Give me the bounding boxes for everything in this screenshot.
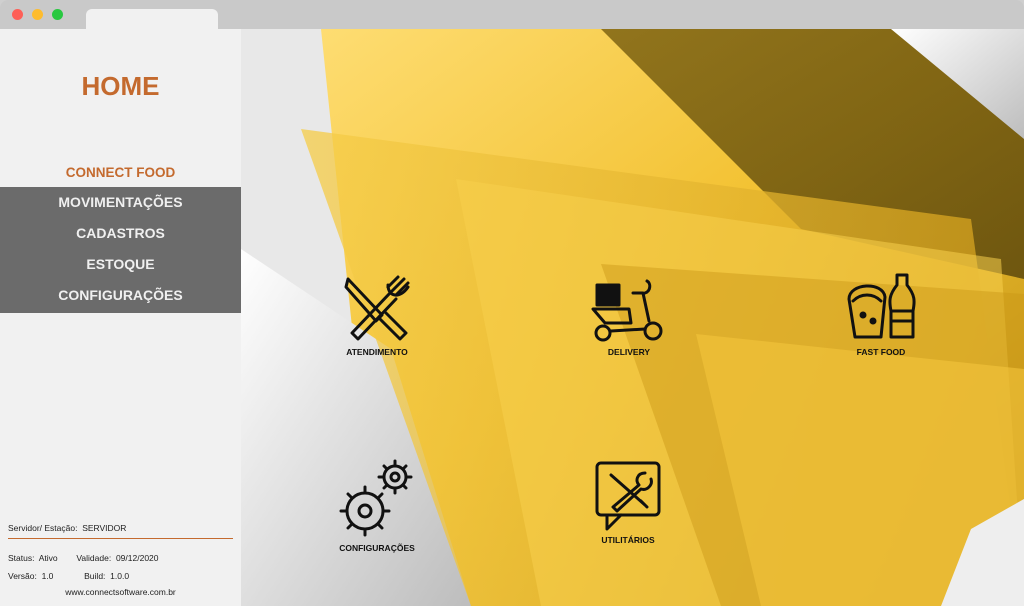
tile-fast-food[interactable]: FAST FOOD (811, 271, 951, 357)
main-panel: ATENDIMENTO DELIVERY FAST FOOD CONFIGURA… (241, 29, 1024, 606)
sidebar-item-cadastros[interactable]: CADASTROS (0, 218, 241, 249)
tile-label: CONFIGURAÇÕES (339, 543, 415, 553)
tools-chat-icon (595, 461, 661, 531)
status-label: Status: (8, 553, 35, 563)
tile-label: UTILITÁRIOS (601, 535, 655, 545)
sidebar-menu: MOVIMENTAÇÕES CADASTROS ESTOQUE CONFIGUR… (0, 187, 241, 313)
version-info: Versão: 1.0 Build: 1.0.0 (8, 571, 129, 581)
version-label: Versão: (8, 571, 37, 581)
knife-fork-icon (344, 275, 410, 341)
footer-divider (8, 538, 233, 539)
title-bar (0, 0, 1024, 31)
status-info: Status: Ativo Validade: 09/12/2020 (8, 553, 159, 563)
page-title: HOME (81, 71, 160, 101)
maximize-window-button[interactable] (52, 9, 63, 20)
validity-label: Validade: (76, 553, 112, 563)
gears-icon (339, 459, 413, 537)
server-value: SERVIDOR (82, 523, 127, 533)
window-tab[interactable] (86, 9, 218, 31)
sidebar-item-estoque[interactable]: ESTOQUE (0, 249, 241, 280)
build-value: 1.0.0 (110, 571, 130, 581)
server-info: Servidor/ Estação: SERVIDOR (8, 523, 126, 533)
sidebar-item-configuracoes[interactable]: CONFIGURAÇÕES (0, 280, 241, 311)
tile-atendimento[interactable]: ATENDIMENTO (307, 273, 447, 357)
website-link[interactable]: www.connectsoftware.com.br (0, 587, 241, 597)
tile-utilitarios[interactable]: UTILITÁRIOS (558, 461, 698, 545)
validity-value: 09/12/2020 (115, 553, 159, 563)
sidebar: HOME CONNECT FOOD MOVIMENTAÇÕES CADASTRO… (0, 29, 241, 606)
tile-delivery[interactable]: DELIVERY (559, 273, 699, 357)
burrito-soda-icon (847, 273, 916, 339)
app-window: HOME CONNECT FOOD MOVIMENTAÇÕES CADASTRO… (0, 0, 1024, 606)
sidebar-item-movimentacoes[interactable]: MOVIMENTAÇÕES (0, 187, 241, 218)
server-label: Servidor/ Estação: (8, 523, 78, 533)
version-value: 1.0 (41, 571, 54, 581)
tile-label: ATENDIMENTO (346, 347, 408, 357)
tile-label: FAST FOOD (856, 347, 906, 357)
tile-configuracoes[interactable]: CONFIGURAÇÕES (307, 459, 447, 553)
status-value: Ativo (38, 553, 58, 563)
build-label: Build: (84, 571, 106, 581)
delivery-scooter-icon (591, 279, 663, 342)
tile-label: DELIVERY (607, 347, 651, 357)
minimize-window-button[interactable] (32, 9, 43, 20)
section-title: CONNECT FOOD (65, 165, 176, 180)
close-window-button[interactable] (12, 9, 23, 20)
